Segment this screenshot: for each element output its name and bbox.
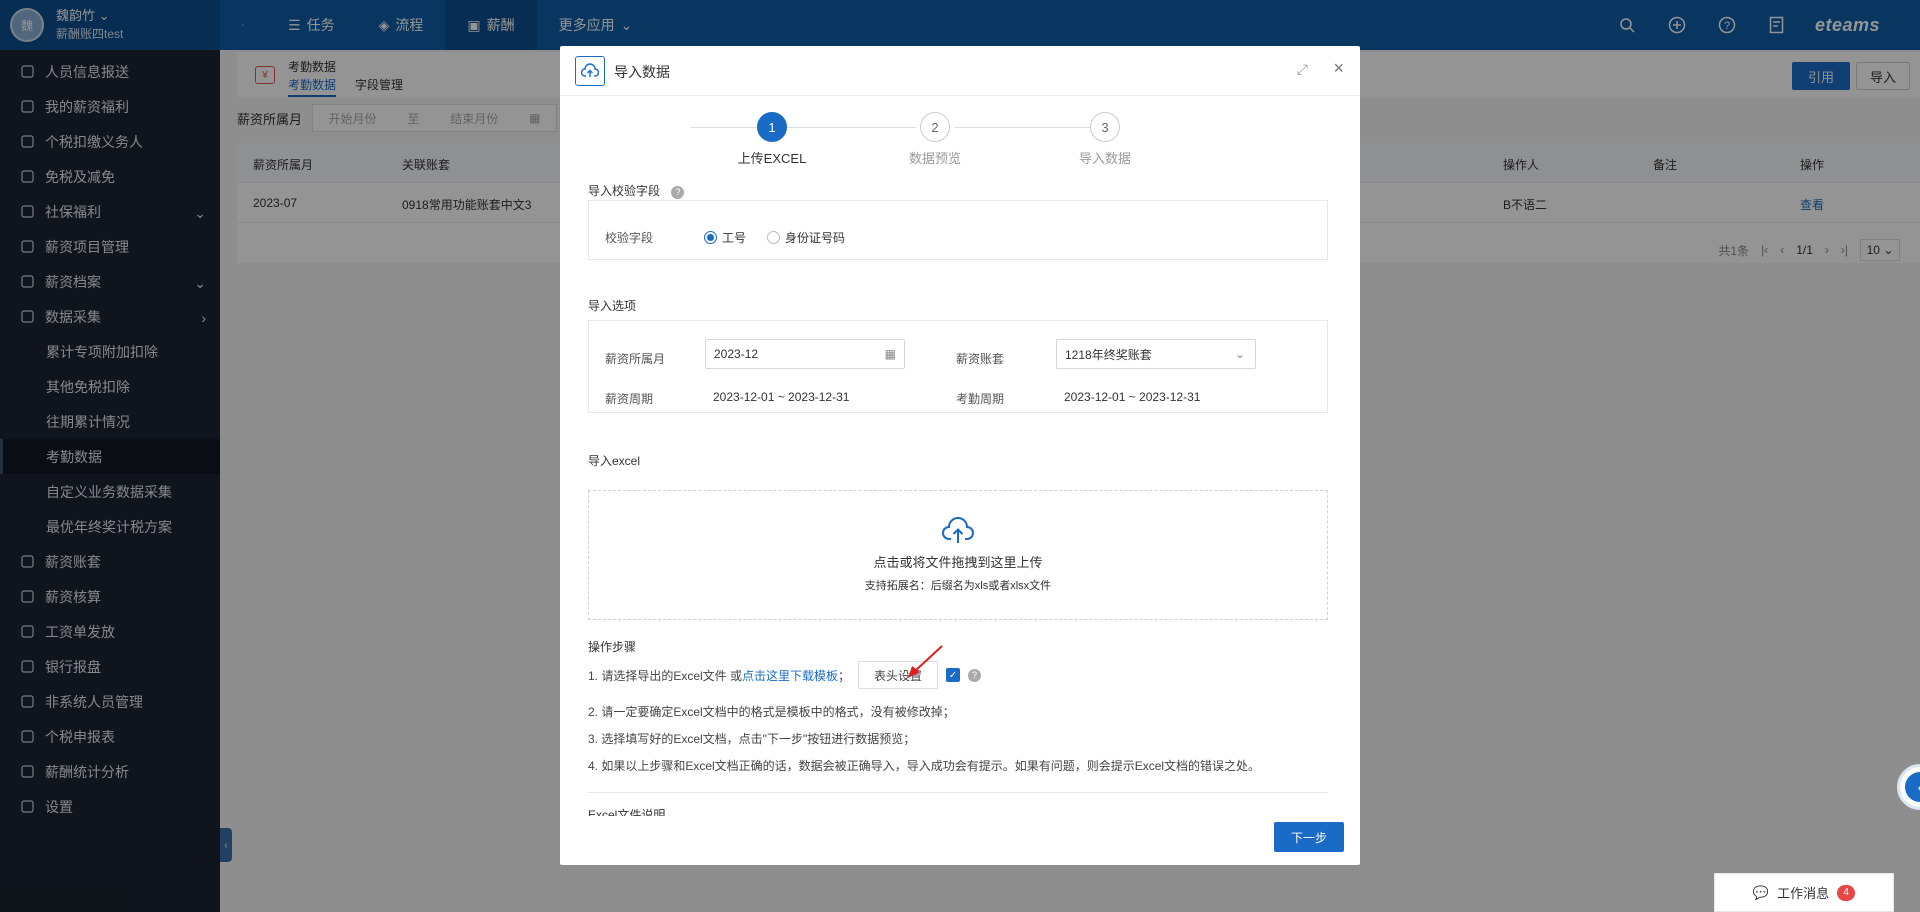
chat-icon: 💬: [1752, 884, 1770, 900]
attend-period-value: 2023-12-01 ~ 2023-12-31: [1064, 390, 1201, 404]
salary-month-label: 薪资所属月: [605, 352, 666, 366]
salary-month-value: 2023-12: [714, 347, 759, 361]
radio-label: 身份证号码: [785, 231, 846, 245]
step-3: 3 导入数据: [1045, 112, 1165, 167]
expand-icon[interactable]: ⤢: [1297, 61, 1308, 78]
options-section-title: 导入选项: [588, 299, 637, 313]
radio-unselected-icon: [767, 231, 780, 244]
radio-employee-id[interactable]: 工号: [704, 229, 746, 246]
next-step-button[interactable]: 下一步: [1274, 822, 1344, 852]
chevron-down-icon: ⌄: [1234, 347, 1245, 361]
upload-dropzone[interactable]: 点击或将文件拖拽到这里上传 支持拓展名：后缀名为xls或者xlsx文件: [588, 490, 1328, 620]
step1-text: 1. 请选择导出的Excel文件 或: [588, 668, 743, 683]
step-label: 导入数据: [1078, 151, 1131, 166]
verify-box: 校验字段 工号 身份证号码: [588, 200, 1328, 260]
options-box: 薪资所属月 2023-12 ▦ 薪资账套 1218年终奖账套 ⌄ 薪资周期 20…: [588, 320, 1328, 413]
step-number: 3: [1090, 112, 1120, 142]
verify-field-label: 校验字段: [605, 231, 654, 245]
salary-month-input[interactable]: 2023-12 ▦: [705, 339, 905, 369]
steps-section-title: 操作步骤: [588, 640, 637, 654]
work-messages[interactable]: 💬 工作消息 4: [1714, 873, 1894, 912]
step-label: 数据预览: [908, 151, 961, 166]
help-icon[interactable]: ?: [671, 185, 685, 199]
excel-desc-title: Excel文件说明: [588, 808, 666, 816]
red-arrow-icon: [908, 645, 943, 678]
dialog-title: 导入数据: [614, 64, 670, 80]
download-template-link[interactable]: 点击这里下载模板: [742, 667, 838, 684]
verify-section: 导入校验字段 ?: [588, 182, 685, 199]
step-number: 1: [757, 112, 787, 142]
chevron-left-icon: ‹: [1905, 772, 1920, 802]
upload-text: 点击或将文件拖拽到这里上传: [873, 555, 1043, 570]
step-1: 1 上传EXCEL: [712, 112, 832, 167]
instruction-step-4: 4. 如果以上步骤和Excel文档正确的话，数据会被正确导入，导入成功会有提示。…: [588, 759, 1261, 773]
ledger-label: 薪资账套: [956, 352, 1005, 366]
excel-section-title: 导入excel: [588, 454, 641, 468]
divider: [588, 792, 1328, 793]
salary-period-value: 2023-12-01 ~ 2023-12-31: [713, 390, 850, 404]
verify-section-title: 导入校验字段: [588, 184, 661, 198]
radio-label: 工号: [722, 231, 747, 245]
upload-icon: [589, 517, 1327, 548]
help-icon[interactable]: ?: [968, 668, 982, 682]
step-number: 2: [920, 112, 950, 142]
ledger-select[interactable]: 1218年终奖账套 ⌄: [1056, 339, 1256, 369]
instruction-step-2: 2. 请一定要确定Excel文档中的格式是模板中的格式，没有被修改掉；: [588, 705, 955, 719]
close-icon[interactable]: ×: [1333, 58, 1344, 79]
ledger-value: 1218年终奖账套: [1065, 347, 1152, 362]
step1-suffix: ；: [838, 668, 851, 683]
upload-cloud-icon: [575, 56, 605, 86]
header-checkbox[interactable]: ✓: [946, 668, 961, 682]
radio-id-card[interactable]: 身份证号码: [767, 229, 845, 246]
import-dialog: 导入数据 ⤢ × 1 上传EXCEL 2 数据预览 3 导入数据 导入校验字段 …: [560, 46, 1360, 865]
step-2: 2 数据预览: [875, 112, 995, 167]
calendar-icon: ▦: [884, 347, 896, 361]
radio-selected-icon: [704, 231, 717, 244]
instruction-step-3: 3. 选择填写好的Excel文档，点击"下一步"按钮进行数据预览；: [588, 732, 916, 746]
step-label: 上传EXCEL: [737, 151, 807, 166]
dialog-header: 导入数据 ⤢ ×: [560, 46, 1360, 96]
stepper: 1 上传EXCEL 2 数据预览 3 导入数据: [560, 96, 1360, 184]
unread-badge: 4: [1837, 884, 1856, 901]
work-messages-label: 工作消息: [1777, 886, 1830, 901]
salary-period-label: 薪资周期: [605, 392, 654, 406]
attend-period-label: 考勤周期: [956, 392, 1005, 406]
dialog-body[interactable]: 导入校验字段 ? 校验字段 工号 身份证号码 导入选项 薪资所属月 2023-1…: [588, 182, 1334, 816]
upload-hint: 支持拓展名：后缀名为xls或者xlsx文件: [864, 580, 1052, 592]
